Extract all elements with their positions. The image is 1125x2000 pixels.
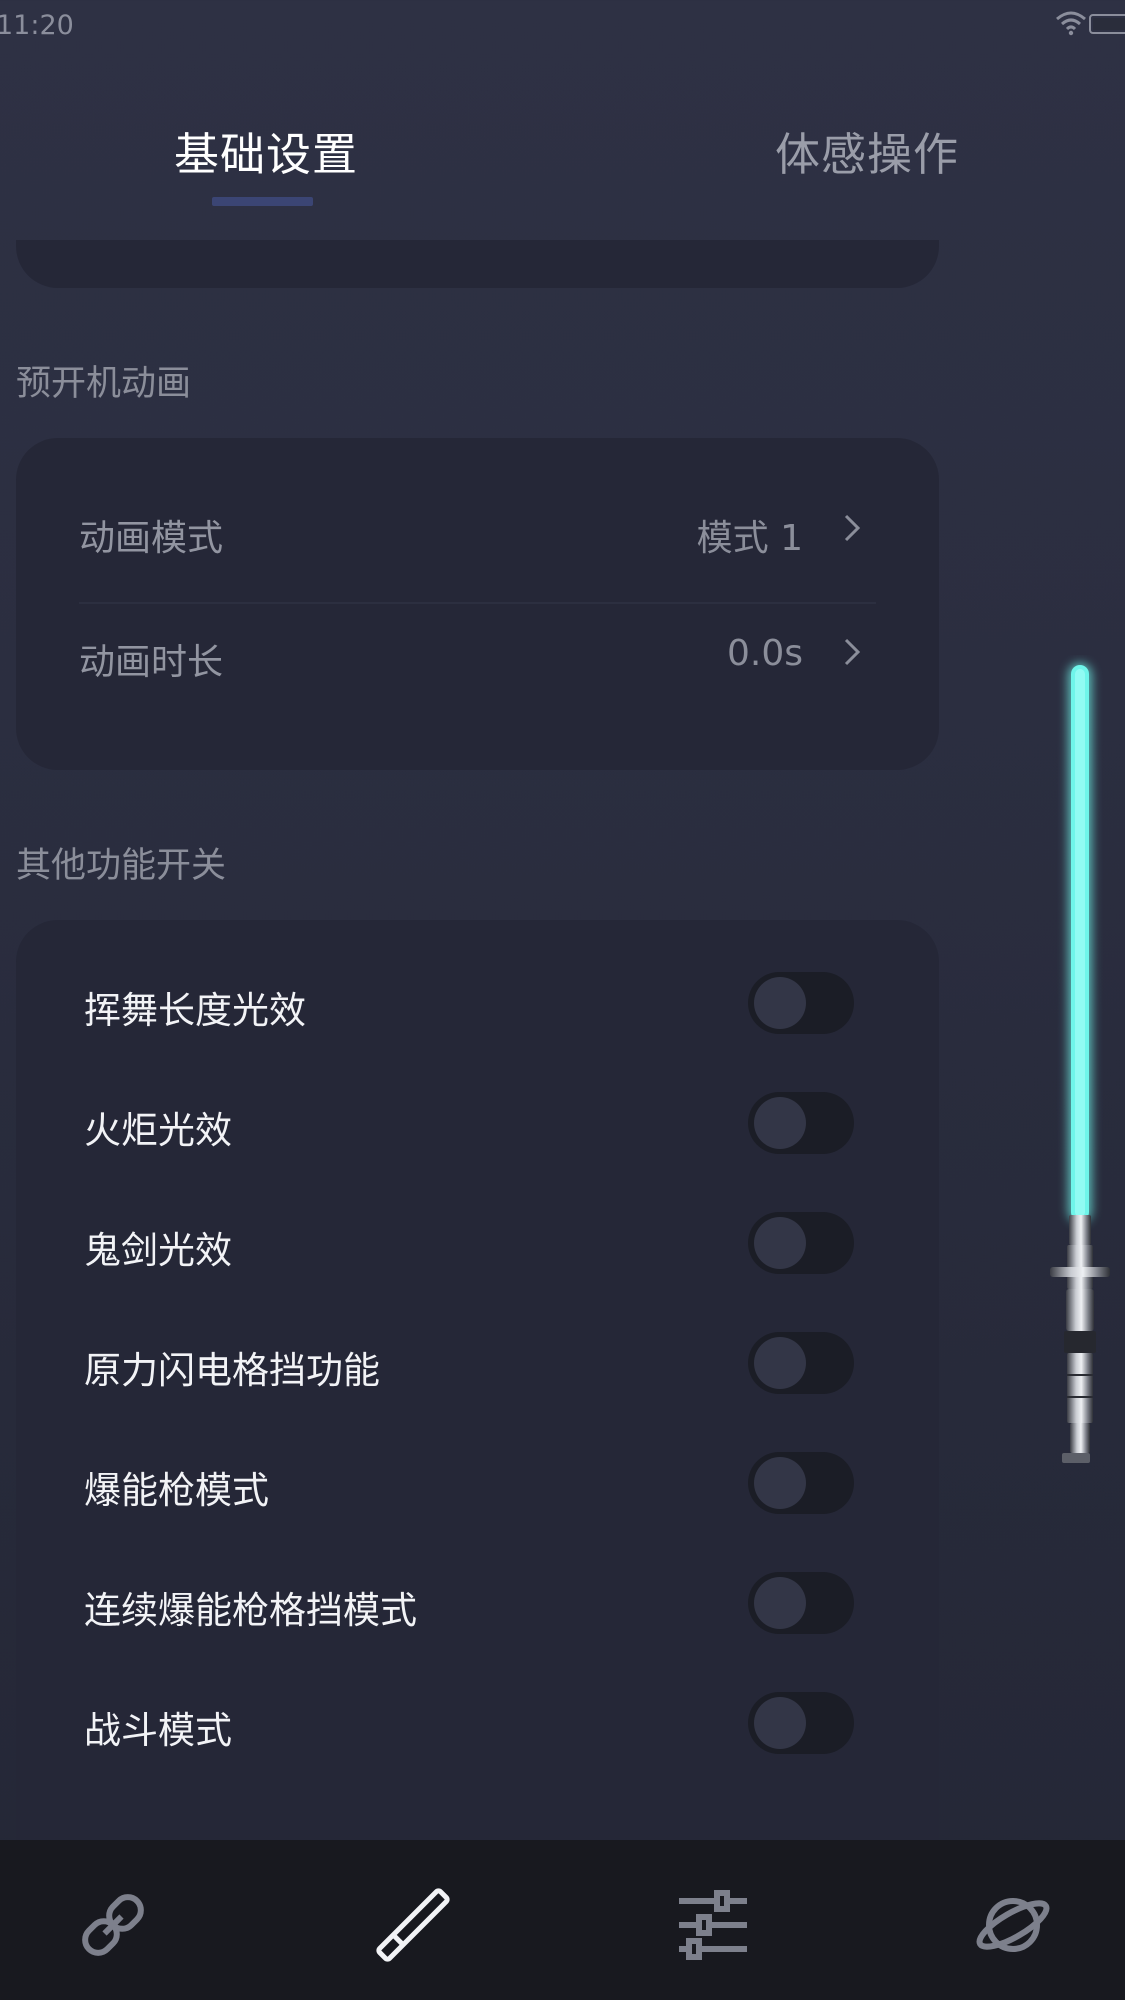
combat-mode-toggle[interactable] bbox=[748, 1692, 854, 1754]
toggle-label: 鬼剑光效 bbox=[84, 1229, 232, 1272]
status-bar: 11:20 bbox=[0, 0, 1125, 50]
ghost-sword-toggle[interactable] bbox=[748, 1212, 854, 1274]
previous-settings-card bbox=[16, 240, 939, 288]
nav-explore[interactable] bbox=[968, 1880, 1058, 1970]
toggle-row-force-lightning: 原力闪电格挡功能 bbox=[16, 1304, 939, 1424]
planet-icon bbox=[976, 1898, 1050, 1952]
active-tab-indicator bbox=[212, 197, 313, 206]
toggle-knob bbox=[754, 1097, 806, 1149]
animation-mode-row[interactable]: 动画模式 模式 1 bbox=[16, 478, 939, 578]
toggle-row-blaster: 爆能枪模式 bbox=[16, 1424, 939, 1544]
function-toggles-card: 挥舞长度光效 火炬光效 鬼剑光效 原力闪电格挡功能 爆能枪模式 连续爆能枪格挡模… bbox=[16, 920, 939, 1840]
tab-motion-control[interactable]: 体感操作 bbox=[775, 118, 959, 183]
toggle-knob bbox=[754, 1217, 806, 1269]
toggle-knob bbox=[754, 1457, 806, 1509]
animation-settings-card: 动画模式 模式 1 动画时长 0.0s bbox=[16, 438, 939, 770]
animation-duration-label: 动画时长 bbox=[79, 642, 224, 683]
section-title-functions: 其他功能开关 bbox=[16, 846, 227, 886]
toggle-label: 原力闪电格挡功能 bbox=[84, 1349, 380, 1392]
wifi-icon bbox=[1056, 11, 1086, 36]
animation-duration-row[interactable]: 动画时长 0.0s bbox=[16, 606, 939, 706]
sliders-icon bbox=[679, 1890, 747, 1960]
swing-length-toggle[interactable] bbox=[748, 972, 854, 1034]
link-icon bbox=[82, 1894, 144, 1956]
lightsaber-preview bbox=[1050, 663, 1110, 1463]
toggle-label: 爆能枪模式 bbox=[84, 1469, 269, 1512]
toggle-knob bbox=[754, 1697, 806, 1749]
torch-effect-toggle[interactable] bbox=[748, 1092, 854, 1154]
continuous-blaster-block-toggle[interactable] bbox=[748, 1572, 854, 1634]
row-divider bbox=[79, 602, 876, 604]
saber-icon bbox=[376, 1888, 450, 1962]
toggle-row-torch: 火炬光效 bbox=[16, 1064, 939, 1184]
animation-mode-label: 动画模式 bbox=[79, 518, 224, 559]
nav-link[interactable] bbox=[68, 1880, 158, 1970]
animation-duration-value: 0.0s bbox=[726, 633, 803, 674]
force-lightning-block-toggle[interactable] bbox=[748, 1332, 854, 1394]
nav-saber[interactable] bbox=[368, 1880, 458, 1970]
toggle-label: 火炬光效 bbox=[84, 1109, 232, 1152]
toggle-knob bbox=[754, 977, 806, 1029]
chevron-right-icon bbox=[844, 638, 861, 666]
toggle-label: 连续爆能枪格挡模式 bbox=[84, 1589, 417, 1632]
status-time: 11:20 bbox=[0, 10, 74, 41]
toggle-row-ghost-sword: 鬼剑光效 bbox=[16, 1184, 939, 1304]
bottom-navigation bbox=[0, 1840, 1125, 2000]
toggle-knob bbox=[754, 1337, 806, 1389]
toggle-knob bbox=[754, 1577, 806, 1629]
toggle-row-combat: 战斗模式 bbox=[16, 1664, 939, 1784]
animation-mode-value: 模式 1 bbox=[696, 518, 803, 559]
toggle-label: 挥舞长度光效 bbox=[84, 989, 306, 1032]
toggle-row-swing-length: 挥舞长度光效 bbox=[16, 944, 939, 1064]
toggle-row-continuous-blaster: 连续爆能枪格挡模式 bbox=[16, 1544, 939, 1664]
chevron-right-icon bbox=[844, 514, 861, 542]
battery-icon bbox=[1089, 14, 1125, 34]
blaster-mode-toggle[interactable] bbox=[748, 1452, 854, 1514]
tab-basic-settings[interactable]: 基础设置 bbox=[174, 118, 358, 183]
section-title-animation: 预开机动画 bbox=[16, 364, 192, 404]
nav-settings[interactable] bbox=[668, 1880, 758, 1970]
toggle-label: 战斗模式 bbox=[84, 1709, 232, 1752]
